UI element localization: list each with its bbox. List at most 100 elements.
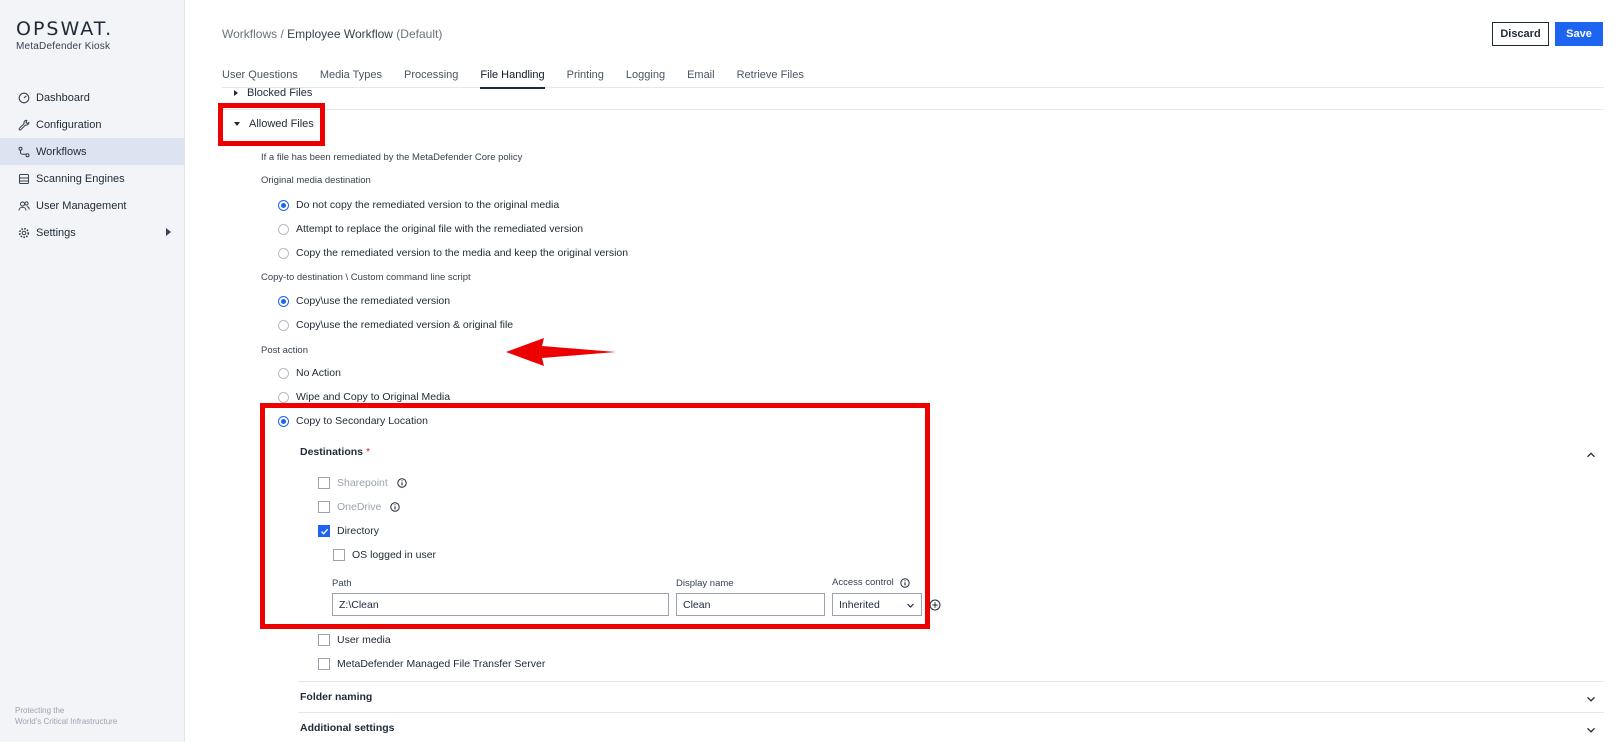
blocked-files-label: Blocked Files [247, 87, 313, 99]
footer-line: Protecting the [15, 706, 65, 715]
display-name-label: Display name [676, 578, 734, 589]
checkbox[interactable] [318, 501, 330, 513]
breadcrumb-root[interactable]: Workflows [222, 27, 277, 41]
checkbox[interactable] [318, 477, 330, 489]
radio-button[interactable] [278, 391, 289, 403]
post-action-label: Post action [261, 345, 308, 356]
chevron-up-icon[interactable] [1586, 447, 1596, 458]
sidebar-item-label: Configuration [36, 118, 102, 131]
highlight-box [218, 103, 325, 146]
required-mark: * [365, 446, 371, 458]
checkbox-directory[interactable]: Directory [318, 525, 379, 537]
radio-button[interactable] [278, 199, 289, 211]
checkbox-label: OS logged in user [352, 549, 437, 561]
tab-bar: User Questions Media Types Processing Fi… [222, 62, 1604, 89]
breadcrumb-suffix: (Default) [392, 27, 443, 41]
checkbox[interactable] [318, 634, 330, 646]
breadcrumb-current: Employee Workflow [287, 27, 393, 41]
divider [298, 712, 1604, 713]
tab-user-questions[interactable]: User Questions [222, 62, 298, 88]
radio-copy-to-1[interactable]: Copy\use the remediated version & origin… [278, 319, 513, 331]
gear-icon [17, 226, 30, 239]
radio-button[interactable] [278, 247, 289, 259]
tab-email[interactable]: Email [687, 62, 715, 88]
sidebar-item-label: Workflows [36, 145, 87, 158]
copy-to-label: Copy-to destination \ Custom command lin… [261, 272, 471, 283]
sidebar-item-label: User Management [36, 199, 127, 212]
dashboard-icon [17, 91, 30, 104]
sidebar-nav: Dashboard Configuration Workflows Scanni… [0, 84, 185, 246]
breadcrumb-separator: / [277, 27, 288, 41]
radio-button[interactable] [278, 367, 289, 379]
checkbox-label: Directory [337, 525, 380, 537]
checkbox[interactable] [318, 525, 330, 537]
blocked-files-toggle[interactable]: Blocked Files [234, 87, 312, 99]
save-button[interactable]: Save [1555, 22, 1603, 46]
tab-logging[interactable]: Logging [626, 62, 665, 88]
checkbox-label: MetaDefender Managed File Transfer Serve… [337, 658, 546, 670]
checkbox[interactable] [333, 549, 345, 561]
folder-naming-header[interactable]: Folder naming [300, 691, 372, 703]
wrench-icon [17, 118, 30, 131]
radio-original-media-2[interactable]: Copy the remediated version to the media… [278, 247, 628, 259]
divider [222, 109, 1604, 110]
radio-button[interactable] [278, 319, 289, 331]
workflow-icon [17, 145, 30, 158]
additional-settings-header[interactable]: Additional settings [300, 722, 395, 734]
tab-media-types[interactable]: Media Types [320, 62, 382, 88]
footer-tagline: Protecting the World's Critical Infrastr… [15, 705, 117, 727]
radio-copy-to-0[interactable]: Copy\use the remediated version [278, 295, 450, 307]
tab-file-handling[interactable]: File Handling [480, 62, 545, 89]
info-icon[interactable] [390, 502, 401, 512]
discard-button[interactable]: Discard [1492, 22, 1549, 46]
destinations-header[interactable]: Destinations * [300, 446, 370, 458]
chevron-down-icon[interactable] [1586, 691, 1596, 702]
radio-post-action-0[interactable]: No Action [278, 367, 341, 379]
footer-line: World's Critical Infrastructure [15, 717, 118, 726]
tab-processing[interactable]: Processing [404, 62, 458, 88]
path-input[interactable]: Z:\Clean [332, 593, 669, 616]
tab-retrieve-files[interactable]: Retrieve Files [737, 62, 804, 88]
display-name-input[interactable]: Clean [676, 593, 825, 616]
check-icon [320, 528, 328, 535]
add-destination-icon[interactable] [929, 599, 941, 611]
chevron-down-icon [907, 603, 914, 608]
radio-button[interactable] [278, 223, 289, 235]
checkbox-os-logged-in-user[interactable]: OS logged in user [333, 549, 436, 561]
path-label: Path [332, 578, 352, 589]
divider [298, 681, 1604, 682]
destinations-title: Destinations [300, 446, 364, 458]
chevron-down-icon[interactable] [1586, 722, 1596, 733]
engine-icon [17, 172, 30, 185]
access-control-label-group: Access control [832, 577, 910, 588]
sidebar-item-label: Settings [36, 226, 76, 239]
access-control-select[interactable]: Inherited [832, 593, 922, 616]
sidebar-item-settings[interactable]: Settings [0, 219, 185, 246]
allowed-intro: If a file has been remediated by the Met… [261, 152, 523, 163]
tab-printing[interactable]: Printing [567, 62, 604, 88]
caret-right-icon [234, 90, 238, 96]
product-name: MetaDefender Kiosk [16, 41, 111, 52]
radio-label: Copy the remediated version to the media… [296, 247, 629, 259]
info-icon[interactable] [900, 577, 910, 588]
radio-original-media-0[interactable]: Do not copy the remediated version to th… [278, 199, 559, 211]
checkbox-onedrive[interactable]: OneDrive [318, 501, 401, 513]
radio-post-action-1[interactable]: Wipe and Copy to Original Media [278, 391, 450, 403]
sidebar-item-configuration[interactable]: Configuration [0, 111, 185, 138]
radio-original-media-1[interactable]: Attempt to replace the original file wit… [278, 223, 583, 235]
sidebar-item-workflows[interactable]: Workflows [0, 138, 185, 165]
brand-logo: OPSWAT. [16, 18, 114, 40]
checkbox-sharepoint[interactable]: Sharepoint [318, 477, 407, 489]
info-icon[interactable] [397, 478, 407, 488]
sidebar-item-user-management[interactable]: User Management [0, 192, 185, 219]
sidebar-item-scanning-engines[interactable]: Scanning Engines [0, 165, 185, 192]
sidebar-item-dashboard[interactable]: Dashboard [0, 84, 185, 111]
brand: OPSWAT. MetaDefender Kiosk [16, 18, 113, 52]
radio-button[interactable] [278, 295, 289, 307]
main-content: Workflows / Employee Workflow (Default) … [186, 0, 1624, 742]
checkbox-user-media[interactable]: User media [318, 634, 391, 646]
checkbox[interactable] [318, 658, 330, 670]
radio-label: Wipe and Copy to Original Media [296, 391, 451, 403]
access-control-value: Inherited [839, 598, 880, 611]
checkbox-mft-server[interactable]: MetaDefender Managed File Transfer Serve… [318, 658, 545, 670]
